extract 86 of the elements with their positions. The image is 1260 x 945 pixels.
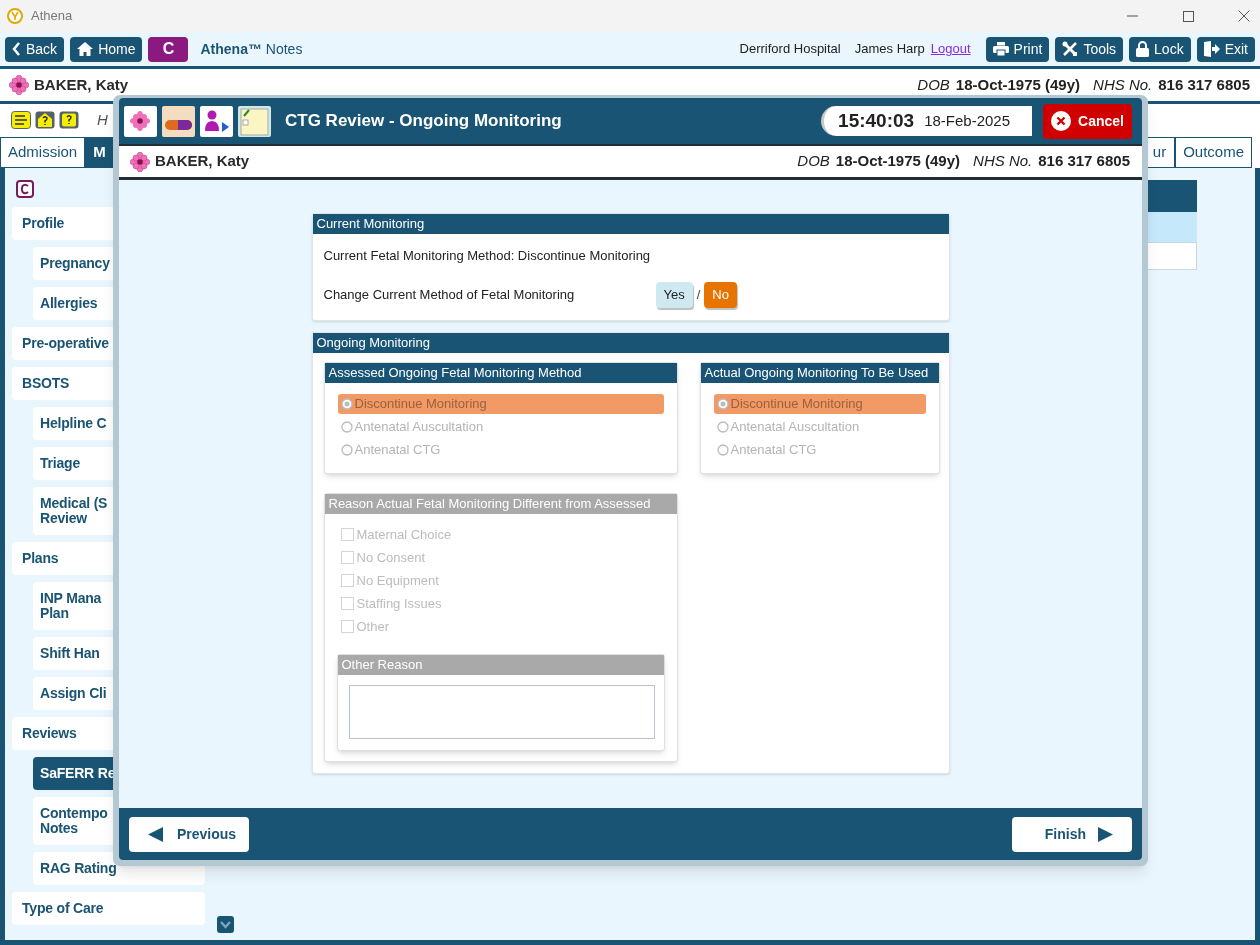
flower-icon xyxy=(9,75,29,95)
nhs-label: NHS No. xyxy=(1093,74,1153,95)
printer-icon xyxy=(992,42,1009,56)
lock-icon xyxy=(1136,41,1150,57)
finish-button[interactable]: Finish xyxy=(1012,816,1132,852)
person-arrow-button[interactable] xyxy=(200,105,233,137)
radio-option: Antenatal CTG xyxy=(713,439,926,460)
close-icon[interactable] xyxy=(1238,10,1250,22)
checkbox-option: No Equipment xyxy=(340,573,677,587)
notepad-button[interactable] xyxy=(238,105,271,137)
scroll-down-button[interactable] xyxy=(216,916,234,933)
app-name: Athena™ Notes xyxy=(200,39,303,59)
section-header: Reason Actual Fetal Monitoring Different from Assessed xyxy=(324,493,677,514)
dob-value: 18-Oct-1975 (49y) xyxy=(835,151,961,172)
clock-date: 18-Feb-2025 xyxy=(924,110,1011,131)
radio-icon xyxy=(340,420,353,433)
checkbox-option: Other xyxy=(340,619,677,633)
tab[interactable]: M xyxy=(85,137,114,168)
tab[interactable]: Admission xyxy=(0,137,86,168)
exit-door-icon xyxy=(1203,41,1220,57)
checkbox-option: No Consent xyxy=(340,550,677,564)
patient-name: BAKER, Katy xyxy=(155,151,250,172)
clock-time: 15:40:03 xyxy=(838,108,915,133)
radio-option: Antenatal Auscultation xyxy=(713,416,926,437)
maximize-icon[interactable] xyxy=(1183,10,1194,22)
radio-icon xyxy=(716,443,729,456)
checkbox-icon xyxy=(340,527,354,541)
dialog-title: CTG Review - Ongoing Monitoring xyxy=(285,110,562,133)
hospital-name: Derriford Hospital xyxy=(739,40,841,59)
radio-option: Antenatal Auscultation xyxy=(337,416,664,437)
help-icon[interactable] xyxy=(59,111,79,129)
subheader-text: H xyxy=(97,109,108,130)
close-circle-icon xyxy=(1051,111,1072,131)
back-button[interactable]: Back xyxy=(5,36,65,62)
radio-option: Discontinue Monitoring xyxy=(337,393,664,414)
radio-icon xyxy=(716,420,729,433)
tools-button[interactable]: Tools xyxy=(1055,36,1124,62)
section-header: Assessed Ongoing Fetal Monitoring Method xyxy=(324,362,677,383)
pill-button[interactable] xyxy=(162,105,195,137)
section-header: Other Reason xyxy=(337,654,664,675)
flower-icon xyxy=(130,151,150,172)
help-home-icon[interactable] xyxy=(35,111,55,129)
home-button[interactable]: Home xyxy=(70,36,143,62)
logout-link[interactable]: Logout xyxy=(930,39,971,59)
triangle-left-icon xyxy=(148,826,163,842)
question-label: Change Current Method of Fetal Monitoring xyxy=(323,285,576,304)
checkbox-icon xyxy=(340,596,354,610)
dob-label: DOB xyxy=(797,151,830,172)
c-icon[interactable] xyxy=(16,180,34,198)
tools-icon xyxy=(1062,41,1079,57)
exit-button[interactable]: Exit xyxy=(1196,36,1255,62)
radio-icon xyxy=(716,397,729,410)
checkbox-option: Staffing Issues xyxy=(340,596,677,610)
separator-text: / xyxy=(696,285,701,304)
tab[interactable]: Outcome xyxy=(1175,137,1252,168)
checkbox-icon xyxy=(340,619,354,633)
dob-label: DOB xyxy=(917,74,950,95)
section-header: Actual Ongoing Monitoring To Be Used xyxy=(700,362,939,383)
c-button[interactable]: C xyxy=(148,36,189,62)
app-logo-icon xyxy=(7,8,23,24)
dob-value: 18-Oct-1975 (49y) xyxy=(955,74,1081,95)
user-name: James Harp xyxy=(854,40,925,59)
nhs-number: 816 317 6805 xyxy=(1158,74,1250,95)
checkbox-option: Maternal Choice xyxy=(340,527,677,541)
radio-option: Discontinue Monitoring xyxy=(713,393,926,414)
window-title: Athena xyxy=(31,7,73,26)
section-header: Ongoing Monitoring xyxy=(312,332,949,353)
radio-option: Antenatal CTG xyxy=(337,439,664,460)
print-button[interactable]: Print xyxy=(985,36,1050,62)
cancel-button[interactable]: Cancel xyxy=(1043,103,1132,139)
section-header: Current Monitoring xyxy=(312,214,949,234)
previous-button[interactable]: Previous xyxy=(129,816,249,852)
nhs-label: NHS No. xyxy=(973,151,1033,172)
chevron-left-icon xyxy=(12,42,21,56)
home-icon xyxy=(77,42,94,56)
lock-button[interactable]: Lock xyxy=(1129,36,1191,62)
patient-name: BAKER, Katy xyxy=(34,74,129,95)
method-text: Current Fetal Monitoring Method: Discontinue Monitoring xyxy=(322,247,652,265)
checkbox-icon xyxy=(340,573,354,587)
toggle-option[interactable]: Yes xyxy=(655,281,693,308)
radio-icon xyxy=(340,397,353,410)
checkbox-icon xyxy=(340,550,354,564)
radio-icon xyxy=(340,443,353,456)
triangle-right-icon xyxy=(1098,826,1113,842)
sidebar-item[interactable]: Type of Care xyxy=(12,892,205,925)
flower-button[interactable] xyxy=(124,105,157,137)
